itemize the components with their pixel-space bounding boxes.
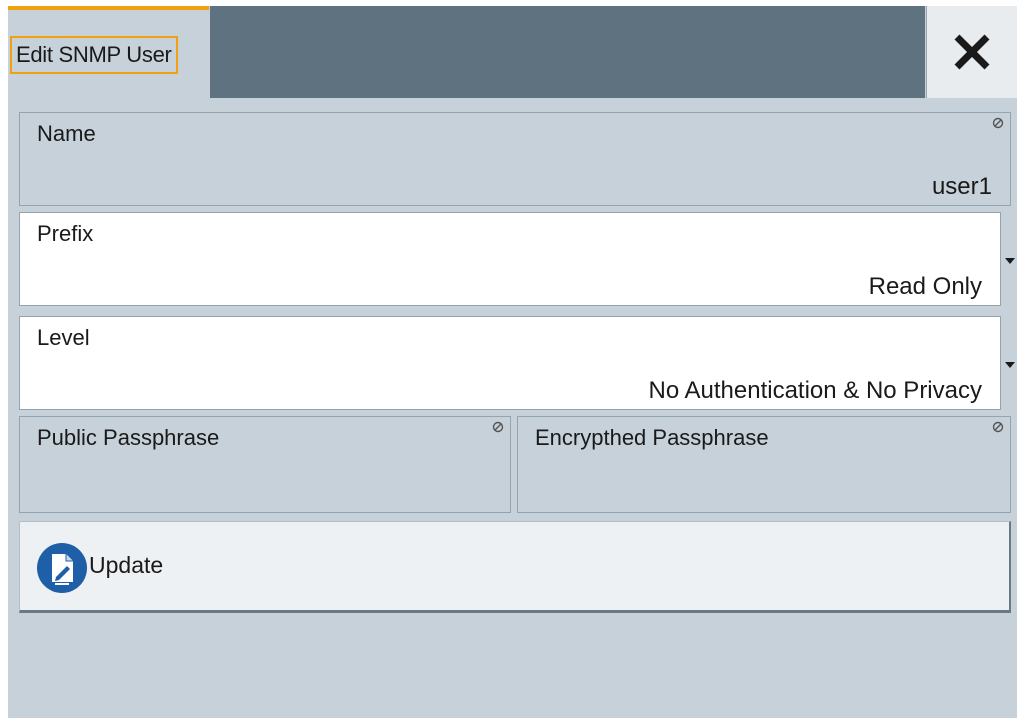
level-dropdown[interactable]: Level No Authentication & No Privacy <box>19 316 1001 410</box>
name-label: Name <box>37 121 96 146</box>
public-passphrase-label: Public Passphrase <box>37 425 220 450</box>
level-label: Level <box>37 325 90 350</box>
title-bar <box>210 6 925 98</box>
dialog-title: Edit SNMP User <box>10 36 178 74</box>
public-passphrase-field: Public Passphrase <box>19 416 511 513</box>
prefix-label: Prefix <box>37 221 94 246</box>
encrypted-passphrase-field: Encrypthed Passphrase <box>517 416 1011 513</box>
update-button[interactable]: Update <box>19 521 1011 613</box>
level-value: No Authentication & No Privacy <box>648 377 982 404</box>
prefix-dropdown[interactable]: Prefix Read Only <box>19 212 1001 306</box>
edit-snmp-user-dialog: Edit SNMP User Name user1 Prefix Read On… <box>8 6 1017 718</box>
edit-document-icon <box>37 543 87 593</box>
encrypted-passphrase-label: Encrypthed Passphrase <box>535 425 769 450</box>
close-icon <box>954 34 990 70</box>
read-only-icon <box>992 117 1004 129</box>
name-value: user1 <box>931 173 992 200</box>
update-label: Update <box>89 552 164 578</box>
dialog-tab: Edit SNMP User <box>8 6 209 101</box>
name-field: Name user1 <box>19 112 1011 206</box>
prefix-dropdown-arrow-icon[interactable] <box>1005 258 1015 264</box>
close-button[interactable] <box>926 6 1017 98</box>
prefix-value: Read Only <box>868 273 982 300</box>
level-dropdown-arrow-icon[interactable] <box>1005 362 1015 368</box>
read-only-icon <box>992 421 1004 433</box>
read-only-icon <box>492 421 504 433</box>
